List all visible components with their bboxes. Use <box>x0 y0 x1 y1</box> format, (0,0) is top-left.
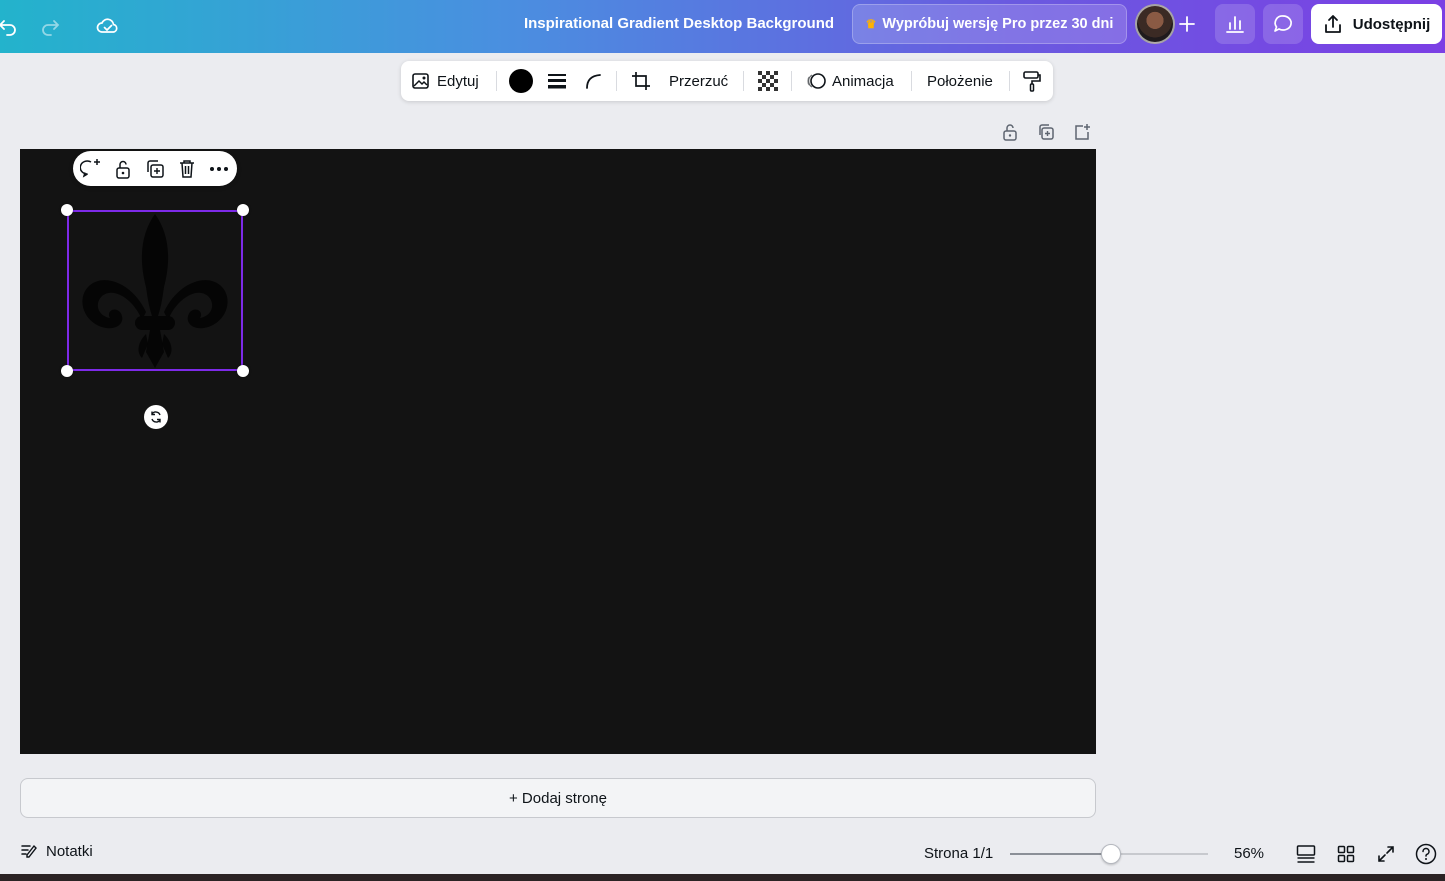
element-toolbar <box>73 151 237 186</box>
lock-icon <box>116 160 130 179</box>
chart-icon <box>1226 16 1244 33</box>
share-icon <box>1324 15 1341 33</box>
color-swatch[interactable] <box>509 69 533 93</box>
help-icon <box>1415 843 1437 865</box>
taskbar-strip <box>0 874 1445 881</box>
resize-handle-bottom-left[interactable] <box>61 365 73 377</box>
fullscreen-button[interactable] <box>1374 842 1398 866</box>
document-title[interactable]: Inspirational Gradient Desktop Backgroun… <box>520 15 838 32</box>
add-page-icon <box>1075 124 1090 140</box>
border-weight-button[interactable] <box>546 61 568 101</box>
page-indicator[interactable]: Strona 1/1 <box>924 845 993 862</box>
zoom-slider-fill <box>1010 853 1112 855</box>
delete-element-button[interactable] <box>174 156 200 182</box>
comments-button[interactable] <box>1263 4 1303 44</box>
try-pro-label: Wypróbuj wersję Pro przez 30 dni <box>882 16 1114 32</box>
copy-style-button[interactable] <box>1021 61 1043 101</box>
notes-label: Notatki <box>46 842 93 860</box>
duplicate-element-button[interactable] <box>142 156 168 182</box>
add-page-icon-button[interactable] <box>1070 120 1094 144</box>
divider <box>1009 71 1010 91</box>
divider <box>911 71 912 91</box>
transparency-icon <box>758 71 778 91</box>
undo-icon[interactable] <box>0 10 24 42</box>
zoom-level[interactable]: 56% <box>1234 845 1264 862</box>
duplicate-icon <box>147 160 164 178</box>
lock-page-button[interactable] <box>998 120 1022 144</box>
footer-bar: Notatki Strona 1/1 56% <box>0 830 1445 874</box>
selection-frame <box>67 210 243 371</box>
more-icon <box>210 167 228 171</box>
lock-element-button[interactable] <box>110 156 136 182</box>
edit-image-button[interactable]: Edytuj <box>411 61 479 101</box>
top-bar: Inspirational Gradient Desktop Backgroun… <box>0 0 1445 53</box>
resize-handle-top-left[interactable] <box>61 204 73 216</box>
try-pro-button[interactable]: ♛ Wypróbuj wersję Pro przez 30 dni <box>852 4 1127 44</box>
divider <box>496 71 497 91</box>
crown-icon: ♛ <box>865 17 877 31</box>
expand-icon <box>1378 846 1394 862</box>
add-page-button[interactable]: + Dodaj stronę <box>20 778 1096 818</box>
grid-view-button[interactable] <box>1334 842 1358 866</box>
corner-rounding-icon <box>586 74 601 89</box>
divider <box>616 71 617 91</box>
insights-button[interactable] <box>1215 4 1255 44</box>
duplicate-page-button[interactable] <box>1034 120 1058 144</box>
more-options-button[interactable] <box>206 156 232 182</box>
help-button[interactable] <box>1414 842 1438 866</box>
cloud-saved-icon[interactable] <box>92 10 124 42</box>
crop-icon <box>632 72 650 90</box>
duplicate-icon <box>1039 124 1054 140</box>
notes-icon <box>21 844 37 858</box>
zoom-slider-knob[interactable] <box>1101 844 1122 864</box>
zoom-slider[interactable] <box>1010 844 1208 864</box>
edit-image-icon <box>412 73 429 89</box>
corner-rounding-button[interactable] <box>582 61 604 101</box>
page-view-button[interactable] <box>1294 842 1318 866</box>
resize-handle-bottom-right[interactable] <box>237 365 249 377</box>
rotate-handle[interactable] <box>144 405 168 429</box>
transparency-button[interactable] <box>757 61 779 101</box>
animation-icon <box>807 73 826 89</box>
animate-button[interactable]: Animacja <box>806 61 894 101</box>
edit-label: Edytuj <box>437 72 479 90</box>
lock-icon <box>1003 124 1017 141</box>
grid-icon <box>1337 845 1355 863</box>
animate-label: Animacja <box>832 72 894 90</box>
resize-handle-top-right[interactable] <box>237 204 249 216</box>
crop-button[interactable] <box>629 61 653 101</box>
rotate-icon <box>151 411 161 423</box>
trash-icon <box>180 160 194 178</box>
divider <box>743 71 744 91</box>
position-button[interactable]: Położenie <box>927 61 993 101</box>
flip-button[interactable]: Przerzuć <box>669 61 728 101</box>
context-toolbar: Edytuj Przerzuć Animacja Położenie <box>401 61 1053 101</box>
comment-add-icon <box>80 159 100 178</box>
redo-icon[interactable] <box>34 10 66 42</box>
add-collaborator-button[interactable] <box>1167 4 1207 44</box>
divider <box>791 71 792 91</box>
pages-view-icon <box>1296 845 1316 863</box>
paint-roller-icon <box>1023 71 1041 92</box>
line-weight-icon <box>548 74 566 89</box>
plus-icon <box>1179 16 1195 32</box>
share-label: Udostępnij <box>1352 15 1431 33</box>
share-button[interactable]: Udostępnij <box>1311 4 1442 44</box>
add-comment-button[interactable] <box>78 156 104 182</box>
notes-button[interactable]: Notatki <box>20 842 93 860</box>
comment-icon <box>1274 15 1292 32</box>
